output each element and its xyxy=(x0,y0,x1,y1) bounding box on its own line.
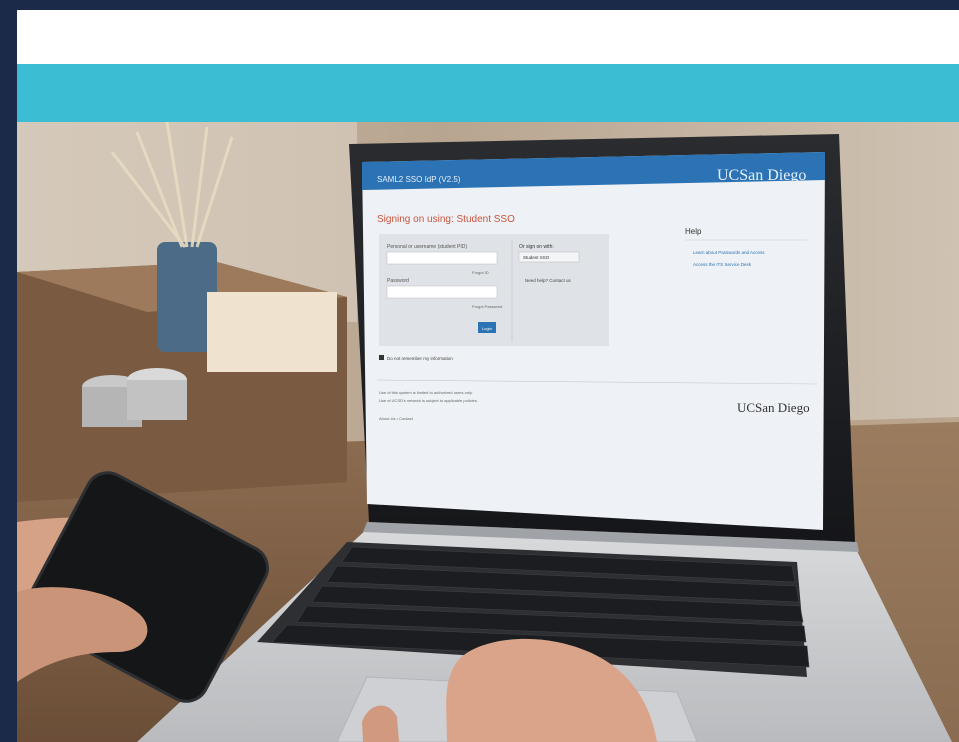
screen-header-title: SAML2 SSO IdP (V2.5) xyxy=(377,175,461,184)
footer-line-1: Use of this system is limited to authori… xyxy=(379,390,473,395)
screen-brand: UCSan Diego xyxy=(717,167,806,184)
help-link: Need help? Contact us xyxy=(525,278,572,283)
login-button-label: Login xyxy=(482,326,492,331)
cyan-banner xyxy=(17,64,959,122)
remember-label: Do not remember my information xyxy=(387,356,453,361)
top-white-bar xyxy=(17,10,959,64)
password-label: Password xyxy=(387,278,409,284)
page-frame: SAML2 SSO IdP (V2.5) UCSan Diego Signing… xyxy=(17,10,959,742)
username-label: Personal or username (student PID) xyxy=(387,244,467,250)
footer-line-2: Use of UCSD's network is subject to appl… xyxy=(379,398,478,403)
footer-brand: UCSan Diego xyxy=(737,400,810,415)
help-item-1: Learn about Passwords and Access xyxy=(693,250,765,255)
forgot-user-link: Forgot ID xyxy=(472,270,489,275)
hero-photo: SAML2 SSO IdP (V2.5) UCSan Diego Signing… xyxy=(17,122,959,742)
footer-links: About Us • Contact xyxy=(379,416,414,421)
forgot-pass-link: Forgot Password xyxy=(472,304,502,309)
screen-heading: Signing on using: Student SSO xyxy=(377,214,515,225)
laptop-scene: SAML2 SSO IdP (V2.5) UCSan Diego Signing… xyxy=(17,122,959,742)
remember-checkbox xyxy=(379,355,384,360)
paper-stack xyxy=(207,292,337,372)
password-input xyxy=(386,285,498,299)
help-title: Help xyxy=(685,227,702,236)
signon-with-label: Or sign on with: xyxy=(519,244,554,250)
signon-option: Student SSO xyxy=(523,255,550,260)
username-input xyxy=(386,251,498,265)
help-item-2: Access the ITS Service Desk xyxy=(693,262,752,267)
